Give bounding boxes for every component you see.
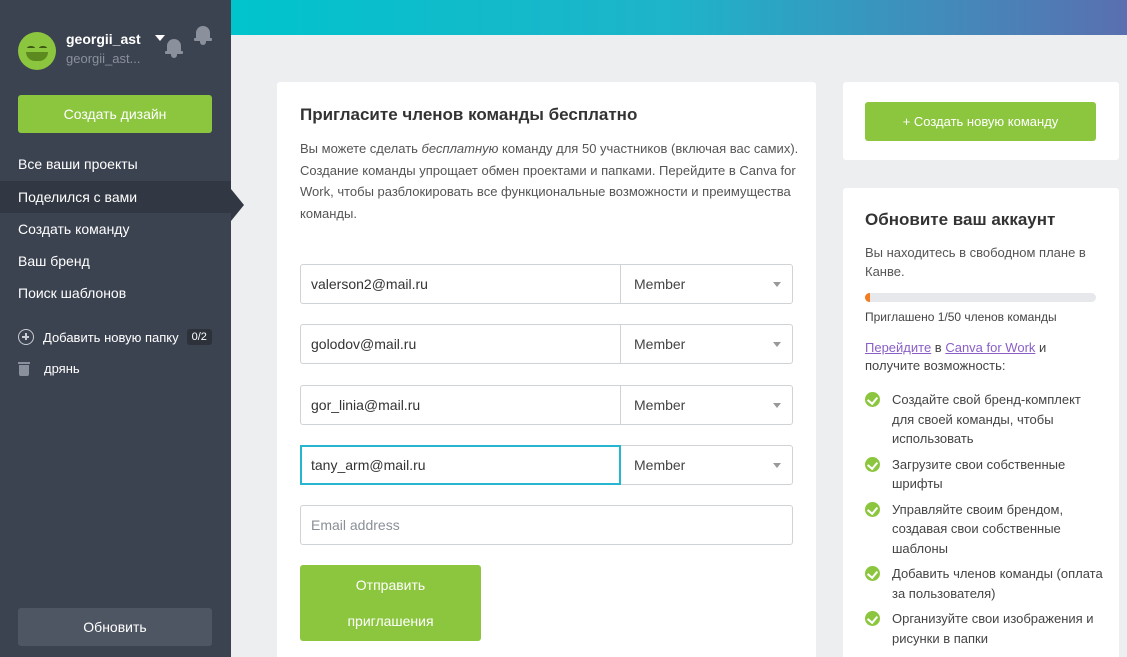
user-avatar[interactable] <box>18 32 56 70</box>
check-icon <box>865 611 880 626</box>
top-banner <box>231 0 1127 35</box>
list-item: Управляйте своим брендом, создавая свои … <box>865 500 1105 559</box>
sidebar: georgii_ast georgii_ast... Создать дизай… <box>0 0 231 657</box>
chevron-down-icon[interactable] <box>773 403 781 408</box>
email-field[interactable]: golodov@mail.ru <box>301 325 621 363</box>
trash-link[interactable]: дрянь <box>18 361 80 376</box>
sidebar-item-your-brand[interactable]: Ваш бренд <box>0 245 231 277</box>
role-select[interactable]: Member <box>634 386 685 424</box>
trash-label: дрянь <box>44 361 80 376</box>
folder-count-badge: 0/2 <box>186 329 212 345</box>
upgrade-title: Обновите ваш аккаунт <box>865 210 1056 229</box>
chevron-down-icon[interactable] <box>773 342 781 347</box>
invite-progress-label: Приглашено 1/50 членов команды <box>865 310 1057 324</box>
role-select[interactable]: Member <box>634 265 685 303</box>
list-item: Организуйте свои изображения и рисунки в… <box>865 609 1105 648</box>
list-item: Добавить членов команды (оплата за польз… <box>865 564 1105 603</box>
invite-row: valerson2@mail.ru Member <box>300 264 793 304</box>
notification-bell-icon[interactable] <box>194 24 212 46</box>
notification-bell-icon[interactable] <box>165 37 183 59</box>
check-icon <box>865 566 880 581</box>
trash-icon <box>18 361 30 376</box>
user-name[interactable]: georgii_ast <box>66 31 141 47</box>
create-design-button[interactable]: Создать дизайн <box>18 95 212 133</box>
upgrade-card: Обновите ваш аккаунт Вы находитесь в сво… <box>843 188 1119 657</box>
benefits-list: Создайте свой бренд-комплект для своей к… <box>865 390 1105 654</box>
user-handle: georgii_ast... <box>66 51 141 66</box>
sidebar-item-find-templates[interactable]: Поиск шаблонов <box>0 277 231 309</box>
sidebar-item-shared-with-you[interactable]: Поделился с вами <box>0 181 231 213</box>
canva-for-work-link[interactable]: Canva for Work <box>945 340 1035 355</box>
sidebar-item-all-projects[interactable]: Все ваши проекты <box>0 148 231 180</box>
invite-title: Пригласите членов команды бесплатно <box>300 105 638 124</box>
check-icon <box>865 392 880 407</box>
role-select[interactable]: Member <box>634 446 685 484</box>
new-team-card: + Создать новую команду <box>843 82 1119 160</box>
active-nav-pointer <box>231 189 244 221</box>
invite-progress-fill <box>865 293 870 302</box>
plus-circle-icon <box>18 329 34 345</box>
list-item: Создайте свой бренд-комплект для своей к… <box>865 390 1105 449</box>
send-label-line2: приглашения <box>347 613 434 629</box>
send-label-line1: Отправить <box>355 577 426 593</box>
user-menu-caret-icon[interactable] <box>155 35 165 41</box>
email-field[interactable]: valerson2@mail.ru <box>301 265 621 303</box>
invite-card: Пригласите членов команды бесплатно Вы м… <box>277 82 816 657</box>
check-icon <box>865 456 880 472</box>
invite-row: gor_linia@mail.ru Member <box>300 385 793 425</box>
upgrade-description: Вы находитесь в свободном плане в Канве. <box>865 245 1086 279</box>
email-input-empty[interactable]: Email address <box>300 505 793 545</box>
chevron-down-icon[interactable] <box>773 282 781 287</box>
role-select[interactable]: Member <box>634 325 685 363</box>
list-item: Загрузите свои собственные шрифты <box>865 455 1105 494</box>
invite-row: golodov@mail.ru Member <box>300 324 793 364</box>
send-invitations-button[interactable]: Отправить приглашения <box>300 565 481 641</box>
sidebar-item-create-team[interactable]: Создать команду <box>0 213 231 245</box>
email-field[interactable]: tany_arm@mail.ru <box>300 445 621 485</box>
check-icon <box>865 501 880 517</box>
chevron-down-icon[interactable] <box>773 463 781 468</box>
add-folder-button[interactable]: Добавить новую папку 0/2 <box>18 329 212 345</box>
invite-row: tany_arm@mail.ru Member <box>300 445 793 485</box>
invite-description: Вы можете сделать бесплатную команду для… <box>300 141 799 221</box>
upgrade-button[interactable]: Обновить <box>18 608 212 646</box>
invite-progress-bar <box>865 293 1096 302</box>
canva-for-work-text: Перейдите в Canva for Work и получите во… <box>865 340 1047 373</box>
create-new-team-button[interactable]: + Создать новую команду <box>865 102 1096 141</box>
go-link[interactable]: Перейдите <box>865 340 931 355</box>
email-field[interactable]: gor_linia@mail.ru <box>301 386 621 424</box>
add-folder-label: Добавить новую папку <box>43 329 179 345</box>
